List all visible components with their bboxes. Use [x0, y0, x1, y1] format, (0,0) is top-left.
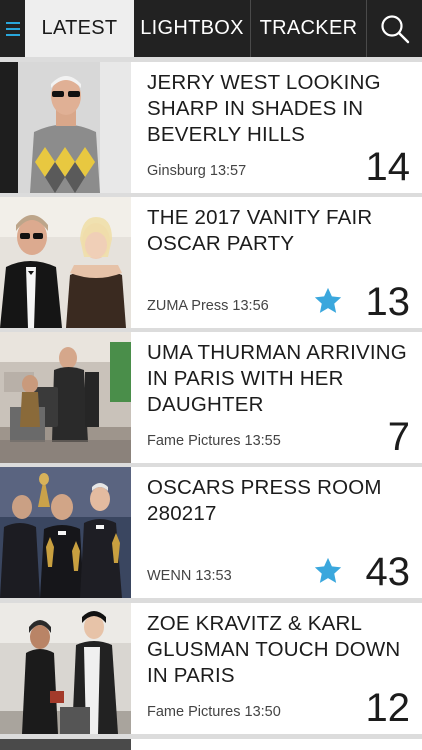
- menu-button[interactable]: [0, 0, 25, 57]
- photo-count: 43: [365, 550, 411, 594]
- story-time: 13:56: [232, 298, 269, 314]
- search-icon: [380, 14, 409, 43]
- story-meta: WENN 13:53: [147, 568, 232, 584]
- story-source: Fame Pictures: [147, 704, 241, 720]
- story-thumbnail: [0, 739, 131, 750]
- story-card[interactable]: UMA THURMAN ARRIVING IN PARIS WITH HER D…: [0, 332, 422, 463]
- story-thumbnail: [0, 467, 131, 598]
- story-headline: UMA THURMAN ARRIVING IN PARIS WITH HER D…: [147, 341, 407, 416]
- story-card[interactable]: OSCARS PRESS ROOM 280217 WENN 13:53 43: [0, 467, 422, 598]
- photo-count: 7: [387, 415, 410, 459]
- story-meta: Ginsburg 13:57: [147, 163, 246, 179]
- story-time: 13:50: [244, 704, 281, 720]
- story-meta: Fame Pictures 13:55: [147, 433, 281, 449]
- story-card[interactable]: JERRY WEST LOOKING SHARP IN SHADES IN BE…: [0, 62, 422, 193]
- tab-latest[interactable]: LATEST: [25, 0, 134, 57]
- star-icon[interactable]: [313, 556, 343, 586]
- story-meta: Fame Pictures 13:50: [147, 704, 281, 720]
- photo-count: 13: [365, 280, 411, 324]
- photo-count: 14: [365, 145, 411, 189]
- story-time: 13:55: [244, 433, 281, 449]
- story-source: ZUMA Press: [147, 298, 229, 314]
- story-card[interactable]: ZOE KRAVITZ & KARL GLUSMAN TOUCH DOWN IN…: [0, 603, 422, 734]
- story-headline: JERRY WEST LOOKING SHARP IN SHADES IN BE…: [147, 71, 381, 146]
- story-thumbnail: [0, 332, 131, 463]
- top-navigation-bar: LATEST LIGHTBOX TRACKER: [0, 0, 422, 57]
- story-thumbnail: [0, 197, 131, 328]
- story-source: Ginsburg: [147, 163, 206, 179]
- story-time: 13:57: [209, 163, 247, 179]
- story-meta: ZUMA Press 13:56: [147, 298, 269, 314]
- story-card[interactable]: THE 2017 VANITY FAIR OSCAR PARTY ZUMA Pr…: [0, 197, 422, 328]
- story-time: 13:53: [195, 568, 232, 584]
- story-headline: THE 2017 VANITY FAIR OSCAR PARTY: [147, 206, 373, 255]
- story-thumbnail: [0, 62, 131, 193]
- story-thumbnail: [0, 603, 131, 734]
- star-icon[interactable]: [313, 286, 343, 316]
- hamburger-menu-icon: [5, 21, 20, 36]
- story-source: Fame Pictures: [147, 433, 241, 449]
- story-source: WENN: [147, 568, 192, 584]
- tab-lightbox[interactable]: LIGHTBOX: [134, 0, 251, 57]
- story-headline: ZOE KRAVITZ & KARL GLUSMAN TOUCH DOWN IN…: [147, 612, 401, 687]
- tab-tracker[interactable]: TRACKER: [251, 0, 367, 57]
- search-button[interactable]: [367, 0, 422, 57]
- story-headline: OSCARS PRESS ROOM 280217: [147, 476, 382, 525]
- story-card[interactable]: [0, 739, 422, 750]
- photo-count: 12: [365, 686, 411, 730]
